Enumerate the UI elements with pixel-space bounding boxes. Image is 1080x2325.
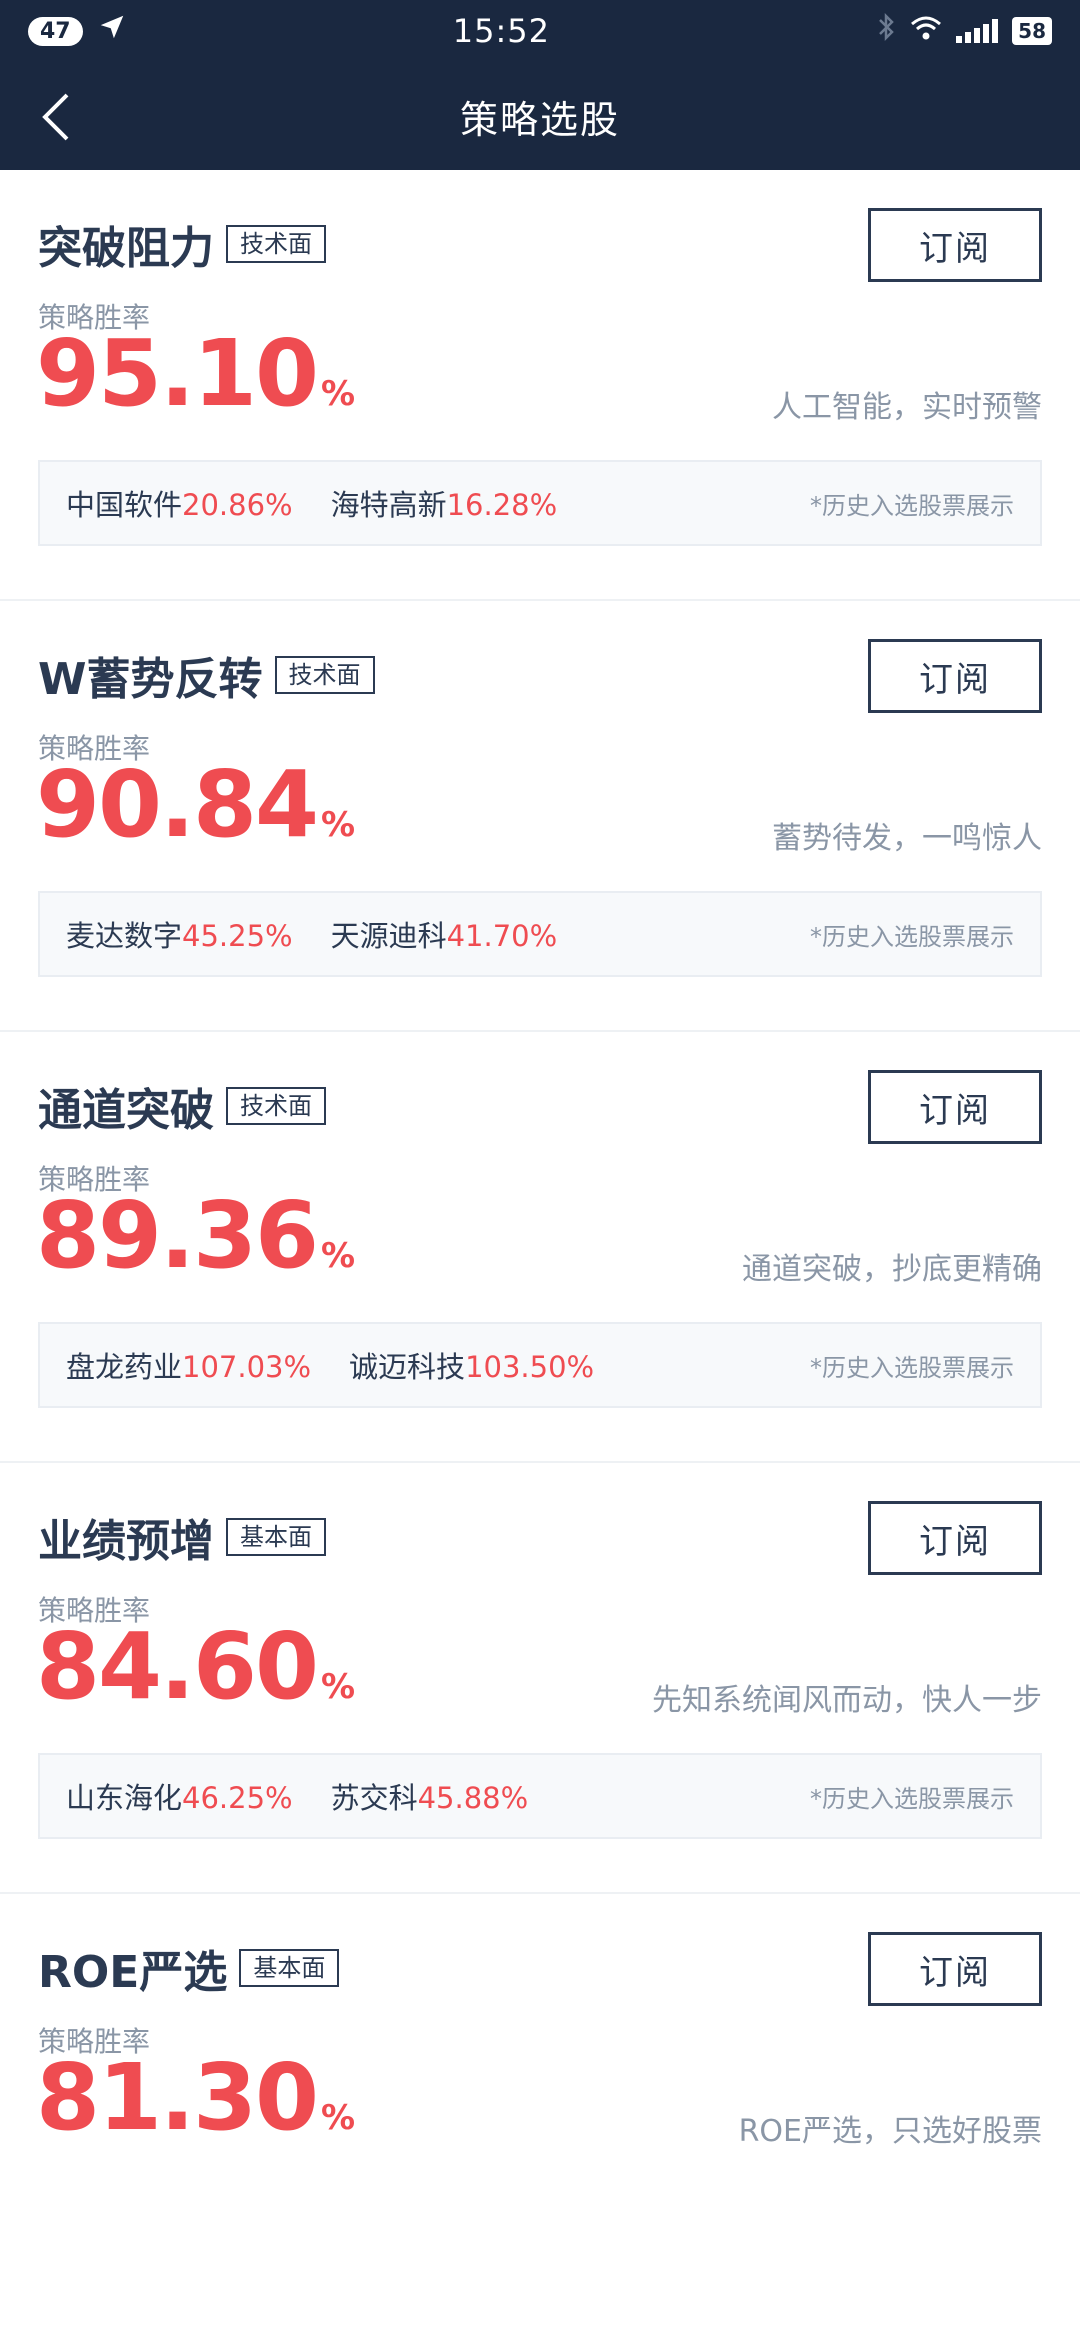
strategy-slogan: ROE严选，只选好股票 bbox=[738, 2114, 1042, 2149]
percent-sign: % bbox=[321, 2098, 356, 2138]
status-bar: 47 15:52 58 bbox=[0, 0, 1080, 62]
notification-badge: 47 bbox=[28, 16, 83, 46]
stock-gain: 45.88% bbox=[417, 1781, 529, 1815]
history-note: *历史入选股票展示 bbox=[810, 922, 1014, 951]
chevron-left-icon bbox=[42, 93, 69, 141]
strategy-title: 突破阻力 bbox=[38, 223, 214, 274]
bluetooth-icon bbox=[876, 12, 896, 49]
win-rate-value: 84.60 bbox=[36, 1613, 319, 1720]
percent-sign: % bbox=[321, 374, 356, 414]
clock: 15:52 bbox=[452, 12, 550, 50]
strategy-title: 通道突破 bbox=[38, 1085, 214, 1136]
cell-signal-icon bbox=[956, 19, 999, 43]
stock-name: 诚迈科技 bbox=[349, 1350, 466, 1384]
history-note: *历史入选股票展示 bbox=[810, 1353, 1014, 1382]
stock-name: 苏交科 bbox=[330, 1781, 418, 1815]
stock-gain: 16.28% bbox=[446, 488, 558, 522]
strategy-tag: 技术面 bbox=[226, 1087, 326, 1125]
stock-name: 山东海化 bbox=[66, 1781, 183, 1815]
strategy-slogan: 先知系统闻风而动，快人一步 bbox=[652, 1683, 1042, 1718]
stock-gain: 41.70% bbox=[446, 919, 558, 953]
stock-gain: 107.03% bbox=[182, 1350, 312, 1384]
history-stocks-panel: 盘龙药业107.03% 诚迈科技103.50% *历史入选股票展示 bbox=[38, 1322, 1042, 1408]
strategy-slogan: 人工智能，实时预警 bbox=[772, 390, 1042, 425]
win-rate: 84.60% bbox=[36, 1621, 355, 1713]
history-stock: 麦达数字45.25% bbox=[66, 913, 293, 955]
strategy-slogan: 通道突破，抄底更精确 bbox=[742, 1252, 1042, 1287]
strategy-card[interactable]: 突破阻力 技术面 订阅 策略胜率 95.10% 人工智能，实时预警 中国软件20… bbox=[0, 170, 1080, 601]
battery-icon: 58 bbox=[1012, 17, 1052, 45]
nav-bar: 策略选股 bbox=[0, 62, 1080, 170]
history-stock: 山东海化46.25% bbox=[66, 1775, 293, 1817]
history-stocks-panel: 中国软件20.86% 海特高新16.28% *历史入选股票展示 bbox=[38, 460, 1042, 546]
win-rate: 81.30% bbox=[36, 2052, 355, 2144]
history-note: *历史入选股票展示 bbox=[810, 1784, 1014, 1813]
strategy-title: W蓄势反转 bbox=[38, 654, 263, 705]
win-rate: 95.10% bbox=[36, 328, 355, 420]
strategy-tag: 基本面 bbox=[226, 1518, 326, 1556]
subscribe-button[interactable]: 订阅 bbox=[868, 639, 1042, 713]
history-stock: 诚迈科技103.50% bbox=[349, 1344, 594, 1386]
stock-name: 中国软件 bbox=[66, 488, 183, 522]
strategy-tag: 技术面 bbox=[226, 225, 326, 263]
win-rate-value: 89.36 bbox=[36, 1182, 319, 1289]
strategy-tag: 基本面 bbox=[239, 1949, 340, 1987]
percent-sign: % bbox=[321, 1667, 356, 1707]
stock-gain: 20.86% bbox=[182, 488, 293, 522]
stock-gain: 45.25% bbox=[182, 919, 293, 953]
history-stock: 天源迪科41.70% bbox=[331, 913, 558, 955]
history-stock: 盘龙药业107.03% bbox=[66, 1344, 311, 1386]
win-rate: 90.84% bbox=[36, 759, 355, 851]
subscribe-button[interactable]: 订阅 bbox=[868, 1501, 1042, 1575]
strategy-title: 业绩预增 bbox=[38, 1516, 214, 1567]
stock-name: 盘龙药业 bbox=[66, 1350, 183, 1384]
percent-sign: % bbox=[321, 805, 356, 845]
wifi-icon bbox=[910, 14, 942, 49]
strategy-card[interactable]: 通道突破 技术面 订阅 策略胜率 89.36% 通道突破，抄底更精确 盘龙药业1… bbox=[0, 1032, 1080, 1463]
strategy-card[interactable]: ROE严选 基本面 订阅 策略胜率 81.30% ROE严选，只选好股票 bbox=[0, 1894, 1080, 2325]
win-rate-value: 95.10 bbox=[36, 320, 319, 427]
subscribe-button[interactable]: 订阅 bbox=[868, 1932, 1042, 2006]
history-stocks-panel: 麦达数字45.25% 天源迪科41.70% *历史入选股票展示 bbox=[38, 891, 1042, 977]
win-rate-value: 81.30 bbox=[36, 2044, 319, 2151]
subscribe-button[interactable]: 订阅 bbox=[868, 1070, 1042, 1144]
stock-gain: 103.50% bbox=[465, 1350, 595, 1384]
history-stocks-panel: 山东海化46.25% 苏交科45.88% *历史入选股票展示 bbox=[38, 1753, 1042, 1839]
percent-sign: % bbox=[321, 1236, 356, 1276]
stock-name: 天源迪科 bbox=[330, 919, 447, 953]
location-arrow-icon bbox=[97, 12, 127, 50]
page-title: 策略选股 bbox=[459, 97, 620, 142]
win-rate-value: 90.84 bbox=[36, 751, 319, 858]
back-button[interactable] bbox=[34, 90, 78, 144]
win-rate: 89.36% bbox=[36, 1190, 355, 1282]
strategy-card[interactable]: W蓄势反转 技术面 订阅 策略胜率 90.84% 蓄势待发，一鸣惊人 麦达数字4… bbox=[0, 601, 1080, 1032]
history-note: *历史入选股票展示 bbox=[810, 491, 1014, 520]
stock-name: 海特高新 bbox=[330, 488, 447, 522]
strategy-slogan: 蓄势待发，一鸣惊人 bbox=[772, 821, 1042, 856]
history-stock: 海特高新16.28% bbox=[331, 482, 558, 524]
strategy-list: 突破阻力 技术面 订阅 策略胜率 95.10% 人工智能，实时预警 中国软件20… bbox=[0, 170, 1080, 2325]
strategy-tag: 技术面 bbox=[274, 656, 375, 694]
stock-name: 麦达数字 bbox=[66, 919, 183, 953]
strategy-card[interactable]: 业绩预增 基本面 订阅 策略胜率 84.60% 先知系统闻风而动，快人一步 山东… bbox=[0, 1463, 1080, 1894]
stock-gain: 46.25% bbox=[182, 1781, 293, 1815]
strategy-title: ROE严选 bbox=[38, 1947, 228, 1998]
history-stock: 中国软件20.86% bbox=[66, 482, 293, 524]
subscribe-button[interactable]: 订阅 bbox=[868, 208, 1042, 282]
history-stock: 苏交科45.88% bbox=[331, 1775, 529, 1817]
